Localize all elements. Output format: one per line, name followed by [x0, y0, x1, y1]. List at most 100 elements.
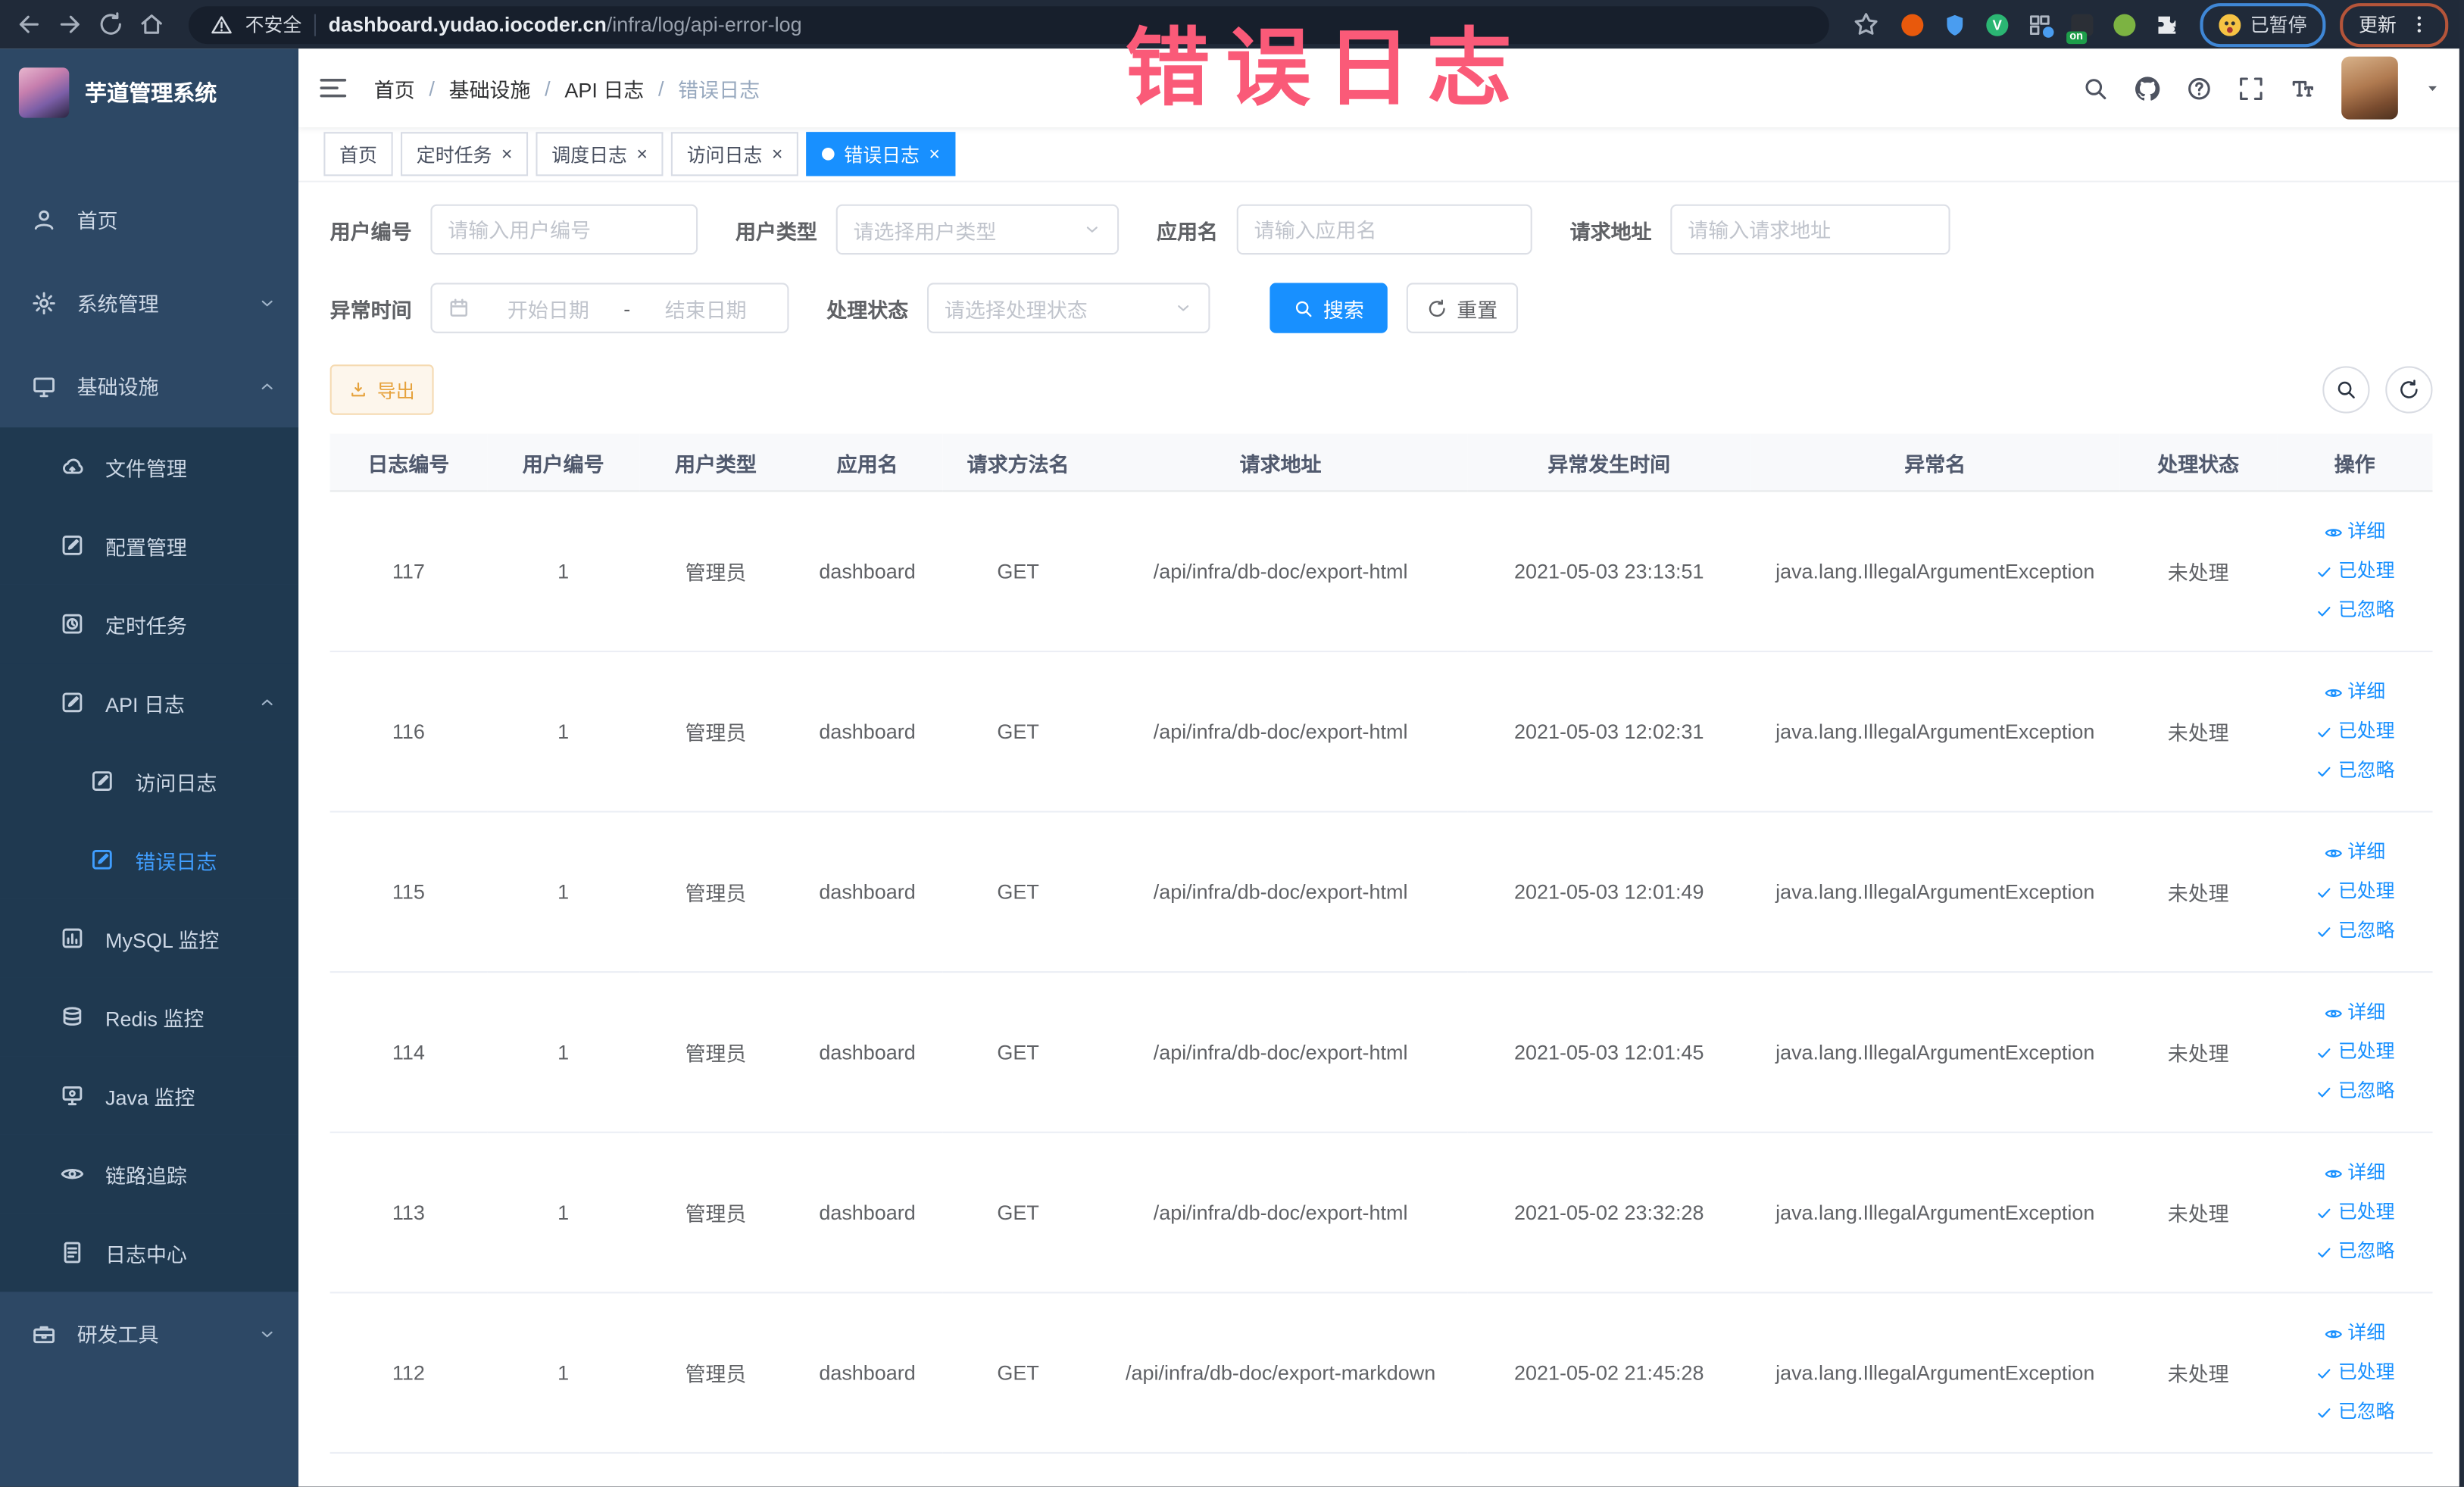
request-url-input[interactable]	[1670, 204, 1950, 255]
profile-paused-button[interactable]: 已暂停	[2200, 2, 2326, 47]
cell-time: 2021-05-03 12:02:31	[1467, 651, 1750, 813]
sidebar-item-file-management[interactable]: 文件管理	[0, 427, 299, 507]
chevron-down-icon	[258, 293, 276, 312]
breadcrumb-item[interactable]: 基础设施	[449, 73, 531, 102]
sidebar-item-label: 基础设施	[77, 375, 159, 399]
user-id-input[interactable]	[430, 204, 698, 255]
bookmark-star-icon[interactable]	[1853, 11, 1879, 38]
reload-icon[interactable]	[98, 11, 124, 38]
mark-processed-link[interactable]: 已处理	[2283, 712, 2426, 751]
toolbar-right	[2322, 366, 2433, 414]
mark-processed-link[interactable]: 已处理	[2283, 872, 2426, 911]
mark-processed-link[interactable]: 已处理	[2283, 1353, 2426, 1392]
sidebar-item-java-monitor[interactable]: Java 监控	[0, 1056, 299, 1135]
browser-home-icon[interactable]	[139, 11, 165, 38]
close-icon[interactable]: ×	[636, 145, 648, 164]
export-button[interactable]: 导出	[329, 364, 434, 415]
avatar[interactable]	[2341, 56, 2398, 120]
edit-icon	[89, 847, 114, 872]
detail-link[interactable]: 详细	[2283, 993, 2426, 1032]
forward-icon[interactable]	[57, 11, 83, 38]
tab-error-log[interactable]: 错误日志 ×	[806, 132, 956, 177]
extension-orange-icon[interactable]	[1900, 12, 1925, 37]
column-header: 应用名	[792, 433, 943, 492]
tab-home[interactable]: 首页	[323, 132, 393, 177]
refresh-table-button[interactable]	[2385, 366, 2433, 414]
fullscreen-icon[interactable]	[2238, 75, 2264, 102]
mark-ignored-link[interactable]: 已忽略	[2283, 1232, 2426, 1271]
chevron-down-icon	[1174, 298, 1193, 317]
sidebar-item-trace[interactable]: 链路追踪	[0, 1134, 299, 1214]
sidebar-item-scheduled-tasks[interactable]: 定时任务	[0, 584, 299, 664]
help-icon[interactable]	[2186, 75, 2213, 102]
extension-shield-icon[interactable]	[1942, 12, 1967, 37]
cell-status: 未处理	[2119, 972, 2277, 1133]
app-container: 芋道管理系统 首页 系统管理 基础设施 文件管理 配置管理 定时任务 API 日志 访问日志错…	[0, 48, 2464, 1487]
github-icon[interactable]	[2134, 75, 2160, 102]
browser-window: 不安全 dashboard.yudao.iocoder.cn/infra/log…	[0, 0, 2464, 1487]
address-bar[interactable]: 不安全 dashboard.yudao.iocoder.cn/infra/log…	[188, 5, 1829, 44]
font-size-icon[interactable]	[2290, 75, 2316, 102]
tab-access-log[interactable]: 访问日志 ×	[671, 132, 799, 177]
sidebar-item-mysql-monitor[interactable]: MySQL 监控	[0, 898, 299, 978]
cell-app: dashboard	[792, 972, 943, 1133]
mark-processed-link[interactable]: 已处理	[2283, 551, 2426, 591]
close-icon[interactable]: ×	[772, 145, 783, 164]
mark-ignored-link[interactable]: 已忽略	[2283, 751, 2426, 791]
breadcrumb-item[interactable]: 首页	[374, 73, 415, 102]
sidebar-item-infrastructure[interactable]: 基础设施	[0, 344, 298, 427]
mark-processed-link[interactable]: 已处理	[2283, 1193, 2426, 1232]
cell-status: 未处理	[2119, 491, 2277, 652]
mark-ignored-link[interactable]: 已忽略	[2283, 1392, 2426, 1432]
extension-puzzle-icon[interactable]	[2154, 12, 2179, 37]
sidebar-item-api-log[interactable]: API 日志	[0, 663, 299, 742]
sidebar-item-access-log[interactable]: 访问日志	[0, 742, 299, 820]
tab-scheduled-tasks[interactable]: 定时任务 ×	[401, 132, 529, 177]
hamburger-icon[interactable]	[317, 72, 348, 103]
detail-link[interactable]: 详细	[2283, 512, 2426, 551]
sidebar-item-error-log[interactable]: 错误日志	[0, 820, 299, 899]
detail-link[interactable]: 详细	[2283, 1154, 2426, 1193]
search-button-label: 搜索	[1323, 298, 1364, 322]
mark-processed-link[interactable]: 已处理	[2283, 1032, 2426, 1072]
close-icon[interactable]: ×	[501, 145, 513, 164]
mark-ignored-link[interactable]: 已忽略	[2283, 1072, 2426, 1111]
mark-ignored-link[interactable]: 已忽略	[2283, 591, 2426, 630]
sidebar-item-config-management[interactable]: 配置管理	[0, 506, 299, 585]
search-icon[interactable]	[2082, 75, 2109, 102]
sidebar-item-home[interactable]: 首页	[0, 177, 298, 261]
chrome-update-button[interactable]: 更新	[2340, 2, 2449, 47]
avatar-caret-icon[interactable]	[2423, 79, 2442, 98]
search-button[interactable]: 搜索	[1269, 283, 1388, 333]
reset-button[interactable]: 重置	[1406, 283, 1519, 333]
date-range-input[interactable]: 开始日期 - 结束日期	[430, 283, 789, 333]
sidebar-item-log-center[interactable]: 日志中心	[0, 1213, 299, 1292]
url-path: /infra/log/api-error-log	[606, 12, 802, 36]
extension-on-icon[interactable]: on	[2066, 12, 2094, 44]
detail-link[interactable]: 详细	[2283, 673, 2426, 712]
detail-link[interactable]: 详细	[2283, 1314, 2426, 1353]
cell-actions: 详细 已处理 已忽略	[2276, 1132, 2433, 1294]
sidebar-item-system-management[interactable]: 系统管理	[0, 261, 298, 344]
user-type-select[interactable]: 请选择用户类型	[835, 204, 1120, 255]
app-logo[interactable]: 芋道管理系统	[0, 48, 298, 136]
close-icon[interactable]: ×	[929, 145, 940, 164]
security-label: 不安全	[245, 14, 302, 36]
handle-status-select[interactable]: 请选择处理状态	[927, 283, 1210, 333]
breadcrumb-item[interactable]: API 日志	[564, 73, 644, 102]
extension-leaf-icon[interactable]	[2112, 12, 2137, 37]
detail-link[interactable]: 详细	[2283, 833, 2426, 873]
extension-v-icon[interactable]: V	[1985, 12, 2010, 37]
extension-grid-icon[interactable]	[2027, 12, 2054, 37]
sidebar-item-dev-tools[interactable]: 研发工具	[0, 1292, 298, 1375]
sidebar-item-redis-monitor[interactable]: Redis 监控	[0, 977, 299, 1057]
back-icon[interactable]	[16, 11, 42, 38]
mark-ignored-link[interactable]: 已忽略	[2283, 911, 2426, 951]
tab-schedule-log[interactable]: 调度日志 ×	[536, 132, 664, 177]
app-name-input[interactable]	[1236, 204, 1532, 255]
filter-app-name: 应用名	[1157, 204, 1532, 255]
toggle-search-button[interactable]	[2322, 366, 2370, 414]
column-header: 操作	[2276, 433, 2433, 492]
browser-menu-icon[interactable]	[2409, 14, 2429, 35]
reset-button-label: 重置	[1457, 298, 1498, 322]
